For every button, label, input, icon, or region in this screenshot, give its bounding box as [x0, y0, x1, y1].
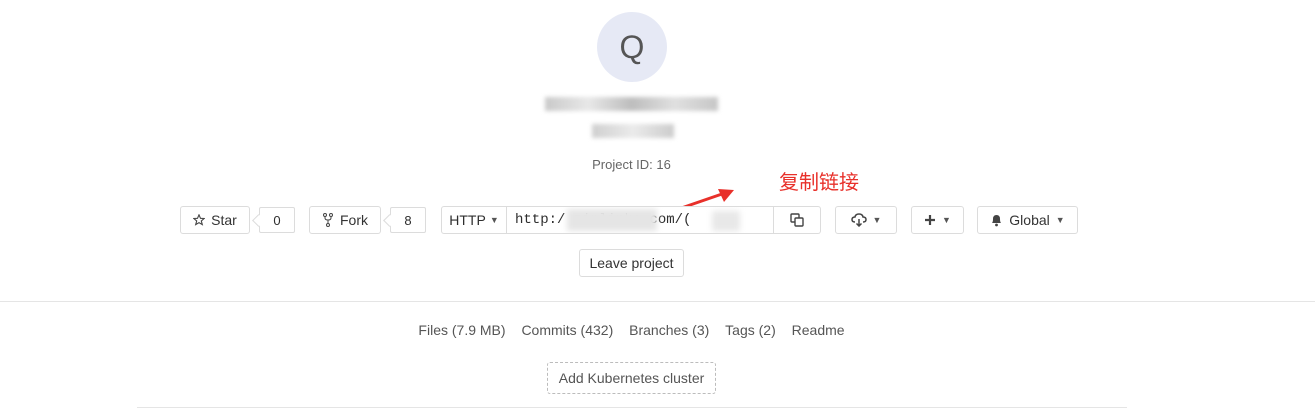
project-stats-nav: Files (7.9 MB) Commits (432) Branches (3…	[0, 322, 1263, 338]
clone-url-field[interactable]: http:/ zinlinke com/(	[507, 206, 774, 234]
clone-protocol-dropdown[interactable]: HTTP ▼	[441, 206, 507, 234]
chevron-down-icon: ▼	[872, 215, 882, 225]
notification-label: Global	[1009, 212, 1050, 228]
stat-tags-link[interactable]: Tags (2)	[725, 322, 776, 338]
download-dropdown-button[interactable]: ▼	[835, 206, 897, 234]
leave-project-button[interactable]: Leave project	[579, 249, 684, 277]
add-kubernetes-cluster-button[interactable]: Add Kubernetes cluster	[547, 362, 716, 394]
annotation-label: 复制链接	[779, 170, 859, 194]
section-divider	[0, 301, 1315, 302]
clone-url-group: HTTP ▼ http:/ zinlinke com/(	[441, 206, 821, 234]
url-redaction	[712, 211, 740, 231]
copy-icon	[790, 213, 804, 227]
project-path-redacted	[592, 124, 674, 138]
url-redaction	[567, 209, 657, 231]
star-button[interactable]: Star	[180, 206, 250, 234]
stat-files-link[interactable]: Files (7.9 MB)	[418, 322, 505, 338]
add-dropdown-button[interactable]: ▼	[911, 206, 964, 234]
fork-label: Fork	[340, 212, 368, 228]
fork-count[interactable]: 8	[390, 207, 426, 233]
project-name-redacted	[545, 97, 718, 111]
project-id: Project ID: 16	[592, 157, 671, 172]
bell-icon	[992, 215, 1002, 227]
fork-icon	[323, 213, 333, 227]
stat-commits-link[interactable]: Commits (432)	[521, 322, 613, 338]
chevron-down-icon: ▼	[942, 215, 951, 225]
chevron-down-icon: ▼	[1055, 215, 1065, 225]
clone-protocol-label: HTTP	[449, 212, 486, 228]
copy-url-button[interactable]	[774, 206, 821, 234]
project-avatar: Q	[597, 12, 667, 82]
star-label: Star	[211, 212, 237, 228]
fork-button[interactable]: Fork	[309, 206, 381, 234]
star-count[interactable]: 0	[259, 207, 295, 233]
bottom-divider	[137, 407, 1127, 408]
notification-dropdown-button[interactable]: Global ▼	[977, 206, 1078, 234]
stat-branches-link[interactable]: Branches (3)	[629, 322, 709, 338]
plus-icon	[925, 215, 936, 225]
chevron-down-icon: ▼	[489, 215, 499, 225]
cloud-download-icon	[850, 213, 867, 227]
star-icon	[193, 214, 206, 226]
stat-readme-link[interactable]: Readme	[792, 322, 845, 338]
